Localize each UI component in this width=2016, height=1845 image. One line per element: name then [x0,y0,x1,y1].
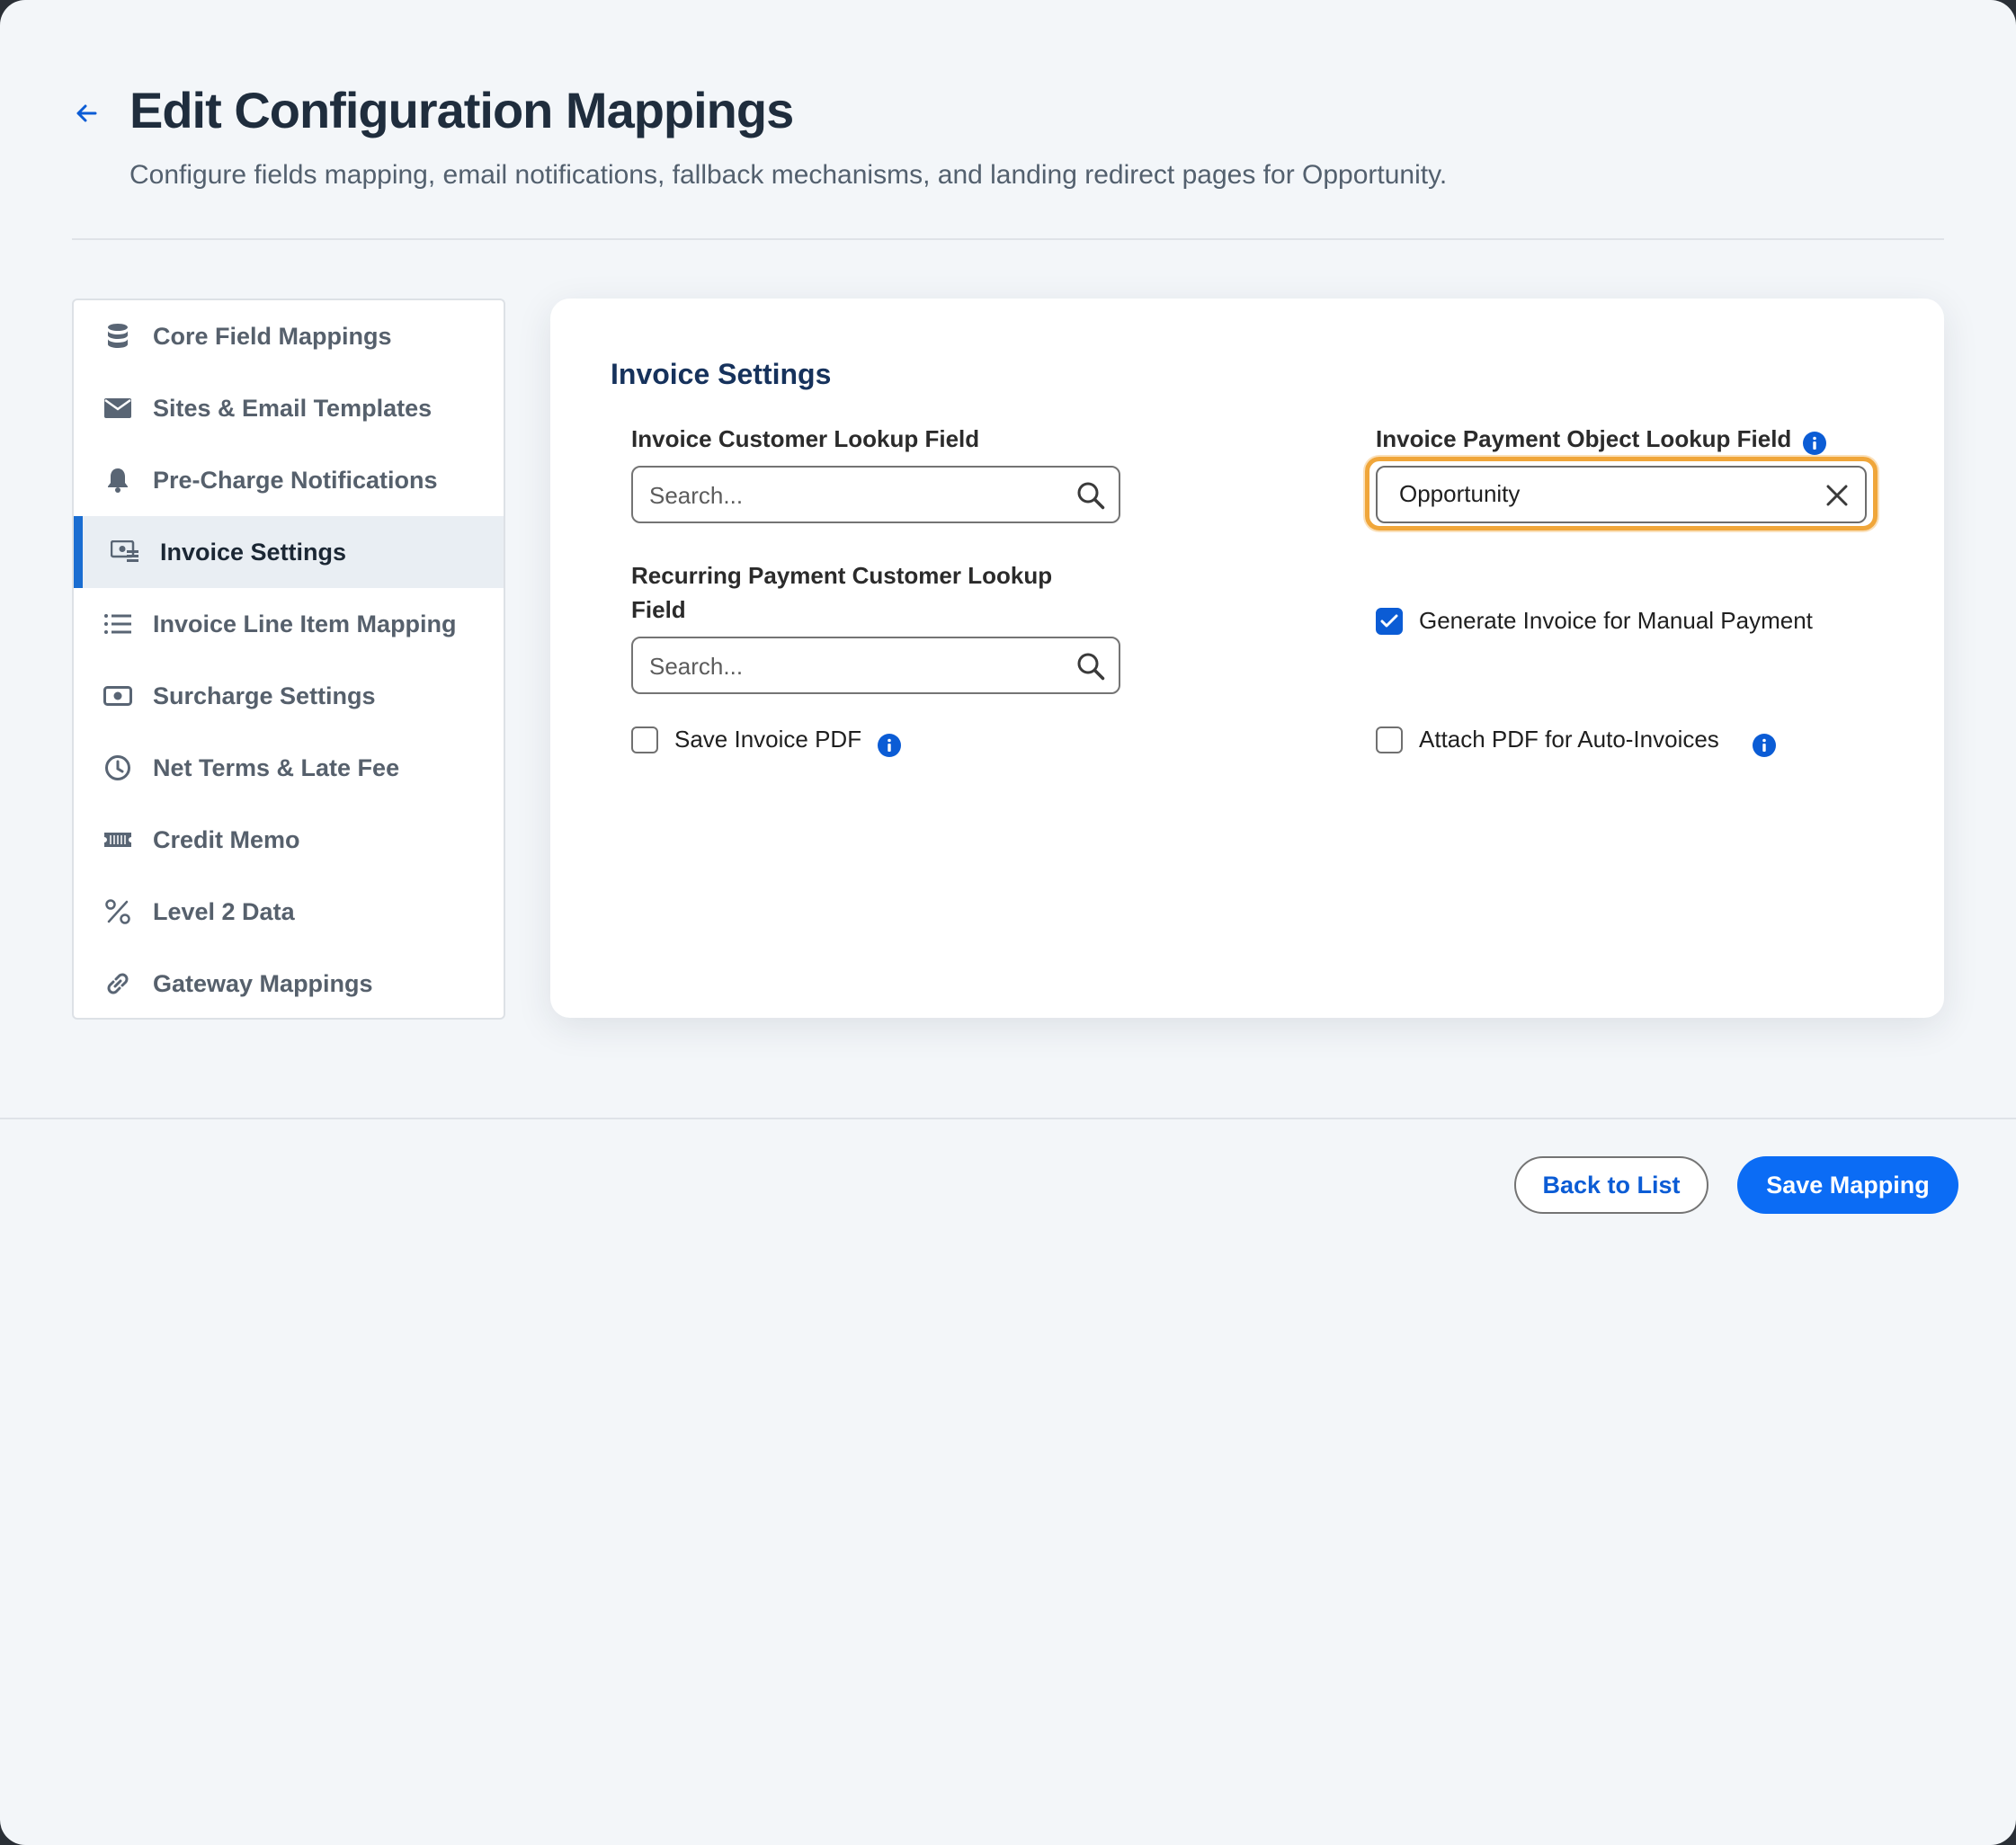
sidebar-item-gateway-mappings[interactable]: Gateway Mappings [74,948,504,1020]
sidebar-item-label: Sites & Email Templates [153,394,433,422]
header-divider [72,238,1944,240]
sidebar-item-label: Invoice Settings [160,538,347,566]
sidebar-item-label: Net Terms & Late Fee [153,753,400,781]
info-icon[interactable] [1803,432,1826,455]
invoice-customer-lookup-field [631,466,1120,523]
bell-icon [103,465,133,495]
sidebar-item-label: Credit Memo [153,825,300,853]
sidebar-item-label: Level 2 Data [153,897,295,925]
attach-pdf-auto-checkbox-row[interactable]: Attach PDF for Auto-Invoices [1376,726,1719,753]
sidebar-nav: Core Field Mappings Sites & Email Templa… [72,299,505,1020]
sidebar-item-label: Invoice Line Item Mapping [153,610,457,637]
info-icon[interactable] [878,734,901,757]
back-arrow-icon[interactable] [72,99,101,128]
sidebar-item-level-2-data[interactable]: Level 2 Data [74,876,504,948]
section-title: Invoice Settings [611,358,832,390]
invoice-payment-object-lookup-label: Invoice Payment Object Lookup Field [1376,425,1792,452]
sidebar-item-label: Core Field Mappings [153,322,392,350]
sidebar-item-invoice-line-item-mapping[interactable]: Invoice Line Item Mapping [74,588,504,660]
ticket-icon [103,824,133,855]
sidebar-item-label: Gateway Mappings [153,969,373,997]
attach-pdf-auto-label: Attach PDF for Auto-Invoices [1419,726,1719,753]
invoice-settings-card: Invoice Settings Invoice Customer Lookup… [550,299,1944,1018]
money-icon [103,681,133,711]
recurring-customer-lookup-field [631,637,1120,694]
generate-invoice-manual-checkbox[interactable] [1376,607,1403,635]
sidebar-item-label: Surcharge Settings [153,682,376,709]
attach-pdf-auto-checkbox[interactable] [1376,726,1403,753]
checkmark-icon [1380,614,1398,627]
selected-value: Opportunity [1399,480,1521,507]
sidebar-item-core-field-mappings[interactable]: Core Field Mappings [74,300,504,372]
database-icon [103,321,133,352]
save-invoice-pdf-checkbox-row[interactable]: Save Invoice PDF [631,726,861,753]
envelope-icon [103,393,133,423]
link-icon [103,968,133,999]
sidebar-item-net-terms-late-fee[interactable]: Net Terms & Late Fee [74,732,504,804]
invoice-customer-lookup-input[interactable] [647,468,1065,523]
recurring-customer-lookup-label: Recurring Payment Customer Lookup Field [631,562,1053,623]
sidebar-item-label: Pre-Charge Notifications [153,466,438,494]
sidebar-item-credit-memo[interactable]: Credit Memo [74,804,504,876]
close-icon[interactable] [1822,480,1852,511]
search-icon[interactable] [1075,651,1106,682]
save-invoice-pdf-checkbox[interactable] [631,726,658,753]
sidebar-item-invoice-settings[interactable]: Invoice Settings [74,516,504,588]
recurring-customer-lookup-input[interactable] [647,638,1065,694]
list-icon [103,609,133,639]
page-subtitle: Configure fields mapping, email notifica… [129,160,1448,190]
search-icon[interactable] [1075,480,1106,511]
save-invoice-pdf-label: Save Invoice PDF [674,726,862,753]
generate-invoice-manual-checkbox-row[interactable]: Generate Invoice for Manual Payment [1376,607,1813,635]
page-title: Edit Configuration Mappings [129,82,794,138]
sidebar-item-sites-email-templates[interactable]: Sites & Email Templates [74,372,504,444]
invoice-customer-lookup-label: Invoice Customer Lookup Field [631,425,980,452]
back-to-list-button[interactable]: Back to List [1514,1156,1708,1214]
sidebar-item-surcharge-settings[interactable]: Surcharge Settings [74,660,504,732]
save-mapping-button[interactable]: Save Mapping [1737,1156,1958,1214]
generate-invoice-manual-label: Generate Invoice for Manual Payment [1419,607,1813,634]
app-window: Edit Configuration Mappings Configure fi… [0,0,2016,1845]
invoice-payment-object-lookup-field[interactable]: Opportunity [1376,466,1867,523]
invoice-icon [110,537,140,567]
info-icon[interactable] [1753,734,1776,757]
footer-divider [0,1118,2016,1119]
clock-icon [103,753,133,783]
percent-icon [103,896,133,927]
sidebar-item-pre-charge-notifications[interactable]: Pre-Charge Notifications [74,444,504,516]
